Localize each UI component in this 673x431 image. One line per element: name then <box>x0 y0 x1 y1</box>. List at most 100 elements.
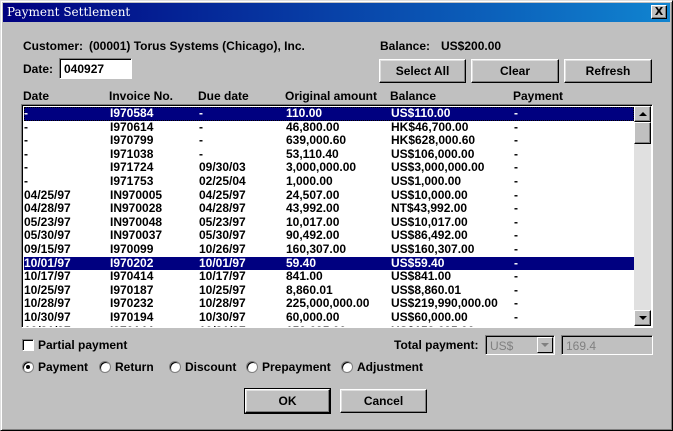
title-bar[interactable]: Payment Settlement X <box>3 3 670 22</box>
invoice-rows: - I970584-110.00 US$110.00- - I970614-46,800… <box>24 106 634 327</box>
refresh-label: Refresh <box>585 64 631 78</box>
scroll-up-arrow-icon[interactable] <box>634 106 651 122</box>
ok-button[interactable]: OK <box>244 388 331 414</box>
radio-prepayment[interactable] <box>246 361 258 373</box>
table-row[interactable]: 10/30/97 I970194 10/30/97 60,000.00 US$60,00… <box>24 309 634 325</box>
table-row[interactable]: 10/28/97 I970232 10/28/97 225,000,000.00 US$… <box>24 297 634 311</box>
column-header-date[interactable]: Date <box>23 89 49 103</box>
balance-label: Balance: <box>380 39 431 53</box>
clear-button[interactable]: Clear <box>471 59 559 83</box>
cell-due-date: 05/23/97 <box>199 214 246 229</box>
total-payment-label: Total payment: <box>394 338 479 352</box>
cell-payment: - <box>514 133 518 148</box>
refresh-button[interactable]: Refresh <box>564 59 652 83</box>
column-header-original-amount[interactable]: Original amount <box>285 89 377 103</box>
cell-balance: NT$43,992.00 <box>391 201 468 216</box>
cell-due-date: 09/30/03 <box>199 160 246 175</box>
total-payment-field[interactable]: 169.4 <box>561 335 653 355</box>
cell-original-amount: 159,695.00 <box>286 324 346 327</box>
cell-original-amount: 1,000.00 <box>286 173 333 188</box>
partial-payment-label: Partial payment <box>38 338 128 352</box>
cell-due-date: - <box>199 133 203 148</box>
cell-balance: US$110.00 <box>391 106 451 120</box>
cell-due-date: - <box>199 119 203 134</box>
cell-payment: - <box>514 282 518 297</box>
cell-invoice-no: IN970048 <box>110 214 163 229</box>
cell-payment: - <box>514 214 518 229</box>
scroll-down-arrow-icon[interactable] <box>634 310 651 326</box>
cell-balance: US$8,860.01 <box>391 282 462 297</box>
currency-value: US$ <box>490 339 514 353</box>
cell-original-amount: 60,000.00 <box>286 309 340 324</box>
cell-due-date: 10/26/97 <box>199 241 246 256</box>
table-row[interactable]: - I971038 - 53,110.40 US$106,000.00 - <box>24 146 634 162</box>
cancel-button[interactable]: Cancel <box>340 389 427 413</box>
table-row[interactable]: 09/15/97 I970099 10/26/97 160,307.00 US$160,… <box>24 241 634 257</box>
table-row[interactable]: 10/01/97 I970202 10/01/97 59.40 US$59.40 - <box>24 255 634 271</box>
select-all-button[interactable]: Select All <box>379 59 466 83</box>
cell-balance: US$219,990,000.00 <box>391 296 498 311</box>
radio-return[interactable] <box>99 361 111 373</box>
cell-original-amount: 59.40 <box>286 255 317 270</box>
payment-settlement-window: Payment Settlement X Customer: (00001) T… <box>0 0 673 431</box>
cell-original-amount: 24,507.00 <box>286 187 340 202</box>
cell-date: - <box>24 119 28 134</box>
date-input[interactable]: 040927 <box>59 58 132 79</box>
cell-due-date: 04/28/97 <box>199 201 246 216</box>
table-row[interactable]: - I971724 09/30/03 3,000,000.00 US$3,000,000… <box>24 161 634 175</box>
table-row[interactable]: 05/30/97 IN970037 05/30/97 90,492.00 US$86,4… <box>24 229 634 243</box>
column-header-invoice[interactable]: Invoice No. <box>109 89 173 103</box>
cell-payment: - <box>514 173 518 188</box>
radio-payment[interactable] <box>22 361 34 373</box>
cell-date: 04/25/97 <box>24 187 71 202</box>
cell-payment: - <box>514 255 518 270</box>
cell-date: - <box>24 106 28 120</box>
cell-balance: HK$628,000.60 <box>391 133 476 148</box>
cell-due-date: 10/17/97 <box>199 269 246 284</box>
radio-discount[interactable] <box>169 361 181 373</box>
cell-date: 04/28/97 <box>24 201 71 216</box>
column-header-due-date[interactable]: Due date <box>198 89 249 103</box>
cell-due-date: 10/01/97 <box>199 255 246 270</box>
partial-payment-checkbox[interactable] <box>22 339 34 351</box>
cell-date: - <box>24 133 28 148</box>
scroll-thumb[interactable] <box>634 122 651 144</box>
cell-balance: US$3,000,000.00 <box>391 160 485 175</box>
cell-due-date: 05/30/97 <box>199 228 246 243</box>
cell-balance: US$59.40 <box>391 255 445 270</box>
cell-invoice-no: I970584 <box>110 106 154 120</box>
cell-invoice-no: I971753 <box>110 173 154 188</box>
invoice-list[interactable]: - I970584-110.00 US$110.00- - I970614-46,800… <box>21 104 653 328</box>
column-header-balance[interactable]: Balance <box>390 89 436 103</box>
table-row[interactable]: 04/25/97 IN970005 04/25/97 24,507.00 US$10,0… <box>24 187 634 203</box>
table-row[interactable]: 10/17/97 I970414 10/17/97 841.00 US$841.00 - <box>24 270 634 284</box>
cell-invoice-no: I970194 <box>110 309 154 324</box>
close-icon[interactable]: X <box>651 5 667 19</box>
cell-original-amount: 43,992.00 <box>286 201 340 216</box>
table-row[interactable]: 10/31/97 I970144 10/31/97 159,695.00 US$159,… <box>24 324 634 327</box>
table-row[interactable]: - I970584 - 110.00 US$110.00 - <box>24 106 634 121</box>
table-row[interactable]: 10/25/97 I970187 10/25/97 8,860.01 US$8,860.… <box>24 282 634 298</box>
vertical-scrollbar[interactable] <box>634 106 651 326</box>
cell-payment: - <box>514 187 518 202</box>
cell-date: - <box>24 160 28 175</box>
radio-adjustment[interactable] <box>341 361 353 373</box>
cell-invoice-no: IN970028 <box>110 201 163 216</box>
table-row[interactable]: - I970799 - 639,000.60 HK$628,000.60 - <box>24 134 634 148</box>
cell-invoice-no: I971724 <box>110 160 154 175</box>
table-row[interactable]: - I971753 02/25/04 1,000.00 US$1,000.00 - <box>24 173 634 189</box>
cell-date: - <box>24 146 28 161</box>
cell-date: 09/15/97 <box>24 241 71 256</box>
chevron-down-icon[interactable] <box>537 337 553 353</box>
currency-select[interactable]: US$ <box>485 335 555 355</box>
column-header-payment[interactable]: Payment <box>513 89 563 103</box>
table-row[interactable]: 04/28/97 IN970028 04/28/97 43,992.00 NT$43,9… <box>24 202 634 216</box>
table-row[interactable]: 05/23/97 IN970048 05/23/97 10,017.00 US$10,0… <box>24 214 634 230</box>
cell-invoice-no: I970099 <box>110 241 154 256</box>
table-row[interactable]: - I970614 - 46,800.00 HK$46,700.00 - <box>24 119 634 135</box>
clear-label: Clear <box>499 64 531 78</box>
cell-invoice-no: I970202 <box>110 255 154 270</box>
cell-original-amount: 53,110.40 <box>286 146 339 161</box>
radio-adjustment-label: Adjustment <box>357 360 423 374</box>
cell-balance: HK$46,700.00 <box>391 119 469 134</box>
